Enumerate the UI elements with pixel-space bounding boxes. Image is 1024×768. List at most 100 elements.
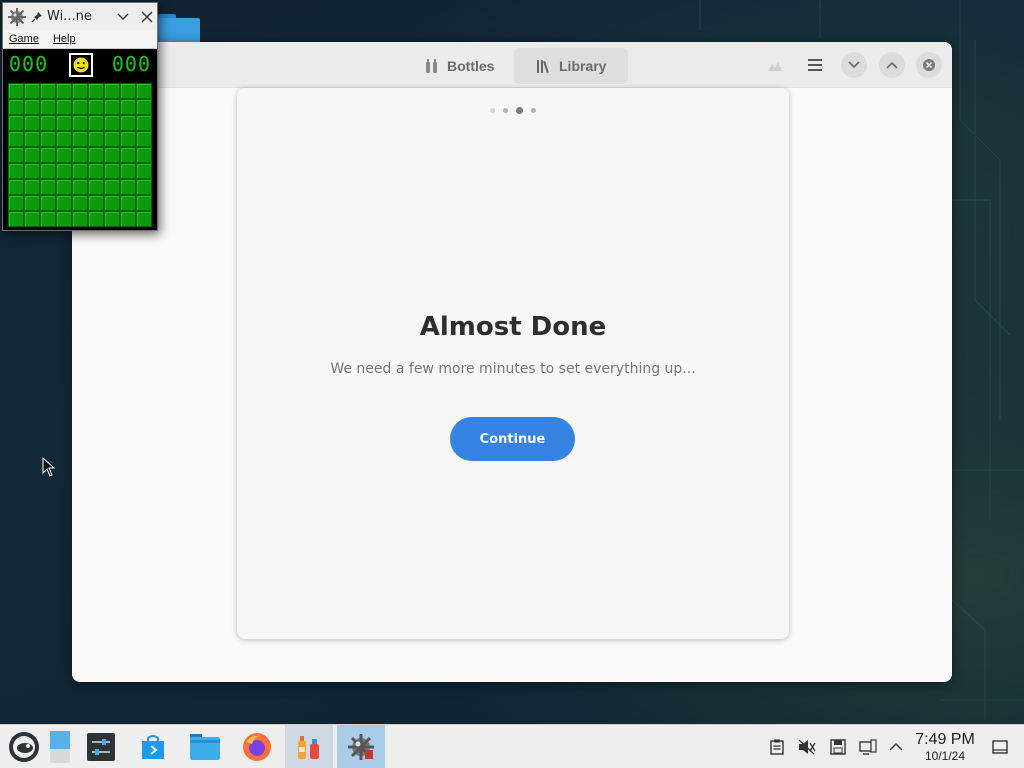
mine-cell[interactable] — [72, 211, 88, 227]
digital-clock[interactable]: 7:49 PM 10/1/24 — [910, 731, 980, 763]
menu-game[interactable]: Game — [9, 33, 39, 45]
page-dot[interactable] — [503, 108, 508, 113]
mine-cell[interactable] — [56, 131, 72, 147]
mine-cell[interactable] — [88, 131, 104, 147]
mine-cell[interactable] — [136, 115, 152, 131]
mine-cell[interactable] — [136, 163, 152, 179]
mine-cell[interactable] — [120, 99, 136, 115]
mine-cell[interactable] — [120, 179, 136, 195]
mine-cell[interactable] — [56, 115, 72, 131]
mine-cell[interactable] — [104, 179, 120, 195]
mine-cell[interactable] — [56, 99, 72, 115]
page-dot[interactable] — [490, 108, 495, 113]
mine-cell[interactable] — [24, 163, 40, 179]
mine-cell[interactable] — [136, 147, 152, 163]
mine-cell[interactable] — [24, 115, 40, 131]
mine-cell[interactable] — [136, 99, 152, 115]
mine-cell[interactable] — [40, 99, 56, 115]
mine-cell[interactable] — [40, 195, 56, 211]
mine-cell[interactable] — [72, 195, 88, 211]
mine-cell[interactable] — [72, 131, 88, 147]
taskbar-dolphin[interactable] — [181, 725, 229, 768]
taskbar-discover[interactable] — [129, 725, 177, 768]
tray-clipboard[interactable] — [767, 737, 787, 757]
mine-cell[interactable] — [24, 195, 40, 211]
mine-cell[interactable] — [72, 147, 88, 163]
mine-cell[interactable] — [88, 83, 104, 99]
mine-cell[interactable] — [72, 179, 88, 195]
taskbar-system-settings[interactable] — [77, 725, 125, 768]
mine-cell[interactable] — [104, 99, 120, 115]
mine-cell[interactable] — [24, 147, 40, 163]
mine-cell[interactable] — [40, 163, 56, 179]
mine-cell[interactable] — [8, 179, 24, 195]
pin-icon[interactable] — [31, 11, 43, 23]
mine-cell[interactable] — [40, 179, 56, 195]
new-game-button[interactable] — [69, 53, 93, 77]
tab-library[interactable]: Library — [514, 48, 629, 84]
mine-cell[interactable] — [72, 99, 88, 115]
mine-cell[interactable] — [120, 147, 136, 163]
mine-cell[interactable] — [104, 163, 120, 179]
mine-cell[interactable] — [104, 115, 120, 131]
tab-bottles[interactable]: Bottles — [402, 48, 516, 84]
mine-cell[interactable] — [24, 179, 40, 195]
mine-cell[interactable] — [8, 115, 24, 131]
main-menu-button[interactable] — [802, 52, 828, 78]
mine-cell[interactable] — [24, 83, 40, 99]
mine-cell[interactable] — [56, 195, 72, 211]
minesweeper-titlebar[interactable]: Wi...ne — [3, 3, 157, 30]
mine-cell[interactable] — [88, 179, 104, 195]
mine-cell[interactable] — [104, 211, 120, 227]
mine-cell[interactable] — [88, 163, 104, 179]
mine-cell[interactable] — [8, 131, 24, 147]
mine-cell[interactable] — [88, 147, 104, 163]
taskbar-winemine[interactable] — [337, 725, 385, 768]
close-icon[interactable] — [141, 11, 153, 23]
mine-cell[interactable] — [88, 211, 104, 227]
mine-cell[interactable] — [56, 147, 72, 163]
mine-cell[interactable] — [8, 99, 24, 115]
close-button[interactable] — [916, 52, 942, 78]
mine-cell[interactable] — [56, 179, 72, 195]
mine-cell[interactable] — [72, 115, 88, 131]
mine-cell[interactable] — [88, 195, 104, 211]
mine-cell[interactable] — [104, 83, 120, 99]
mine-cell[interactable] — [24, 211, 40, 227]
mine-cell[interactable] — [72, 163, 88, 179]
menu-help[interactable]: Help — [53, 33, 76, 45]
mine-cell[interactable] — [8, 163, 24, 179]
mine-cell[interactable] — [120, 163, 136, 179]
tray-expand[interactable] — [886, 737, 906, 757]
mine-cell[interactable] — [8, 211, 24, 227]
page-dot[interactable] — [531, 108, 536, 113]
mine-cell[interactable] — [136, 179, 152, 195]
maximize-button[interactable] — [879, 52, 905, 78]
mine-cell[interactable] — [24, 99, 40, 115]
mine-cell[interactable] — [8, 147, 24, 163]
show-desktop-button[interactable] — [38, 725, 82, 768]
tasks-button[interactable] — [762, 52, 788, 78]
taskbar-bottles[interactable] — [285, 725, 333, 768]
chevron-down-icon[interactable] — [117, 13, 129, 21]
mine-cell[interactable] — [136, 83, 152, 99]
tray-volume[interactable] — [797, 737, 817, 757]
mine-cell[interactable] — [40, 115, 56, 131]
peek-desktop-button[interactable] — [990, 737, 1010, 757]
mine-cell[interactable] — [120, 131, 136, 147]
mine-cell[interactable] — [104, 147, 120, 163]
page-dot-active[interactable] — [516, 107, 523, 114]
mine-cell[interactable] — [8, 83, 24, 99]
mine-cell[interactable] — [120, 115, 136, 131]
mine-cell[interactable] — [40, 83, 56, 99]
mine-cell[interactable] — [56, 211, 72, 227]
mine-cell[interactable] — [104, 195, 120, 211]
mine-cell[interactable] — [120, 195, 136, 211]
mine-cell[interactable] — [136, 211, 152, 227]
mine-cell[interactable] — [88, 115, 104, 131]
mine-cell[interactable] — [40, 131, 56, 147]
mine-cell[interactable] — [136, 131, 152, 147]
mine-cell[interactable] — [104, 131, 120, 147]
taskbar-firefox[interactable] — [233, 725, 281, 768]
mine-cell[interactable] — [136, 195, 152, 211]
